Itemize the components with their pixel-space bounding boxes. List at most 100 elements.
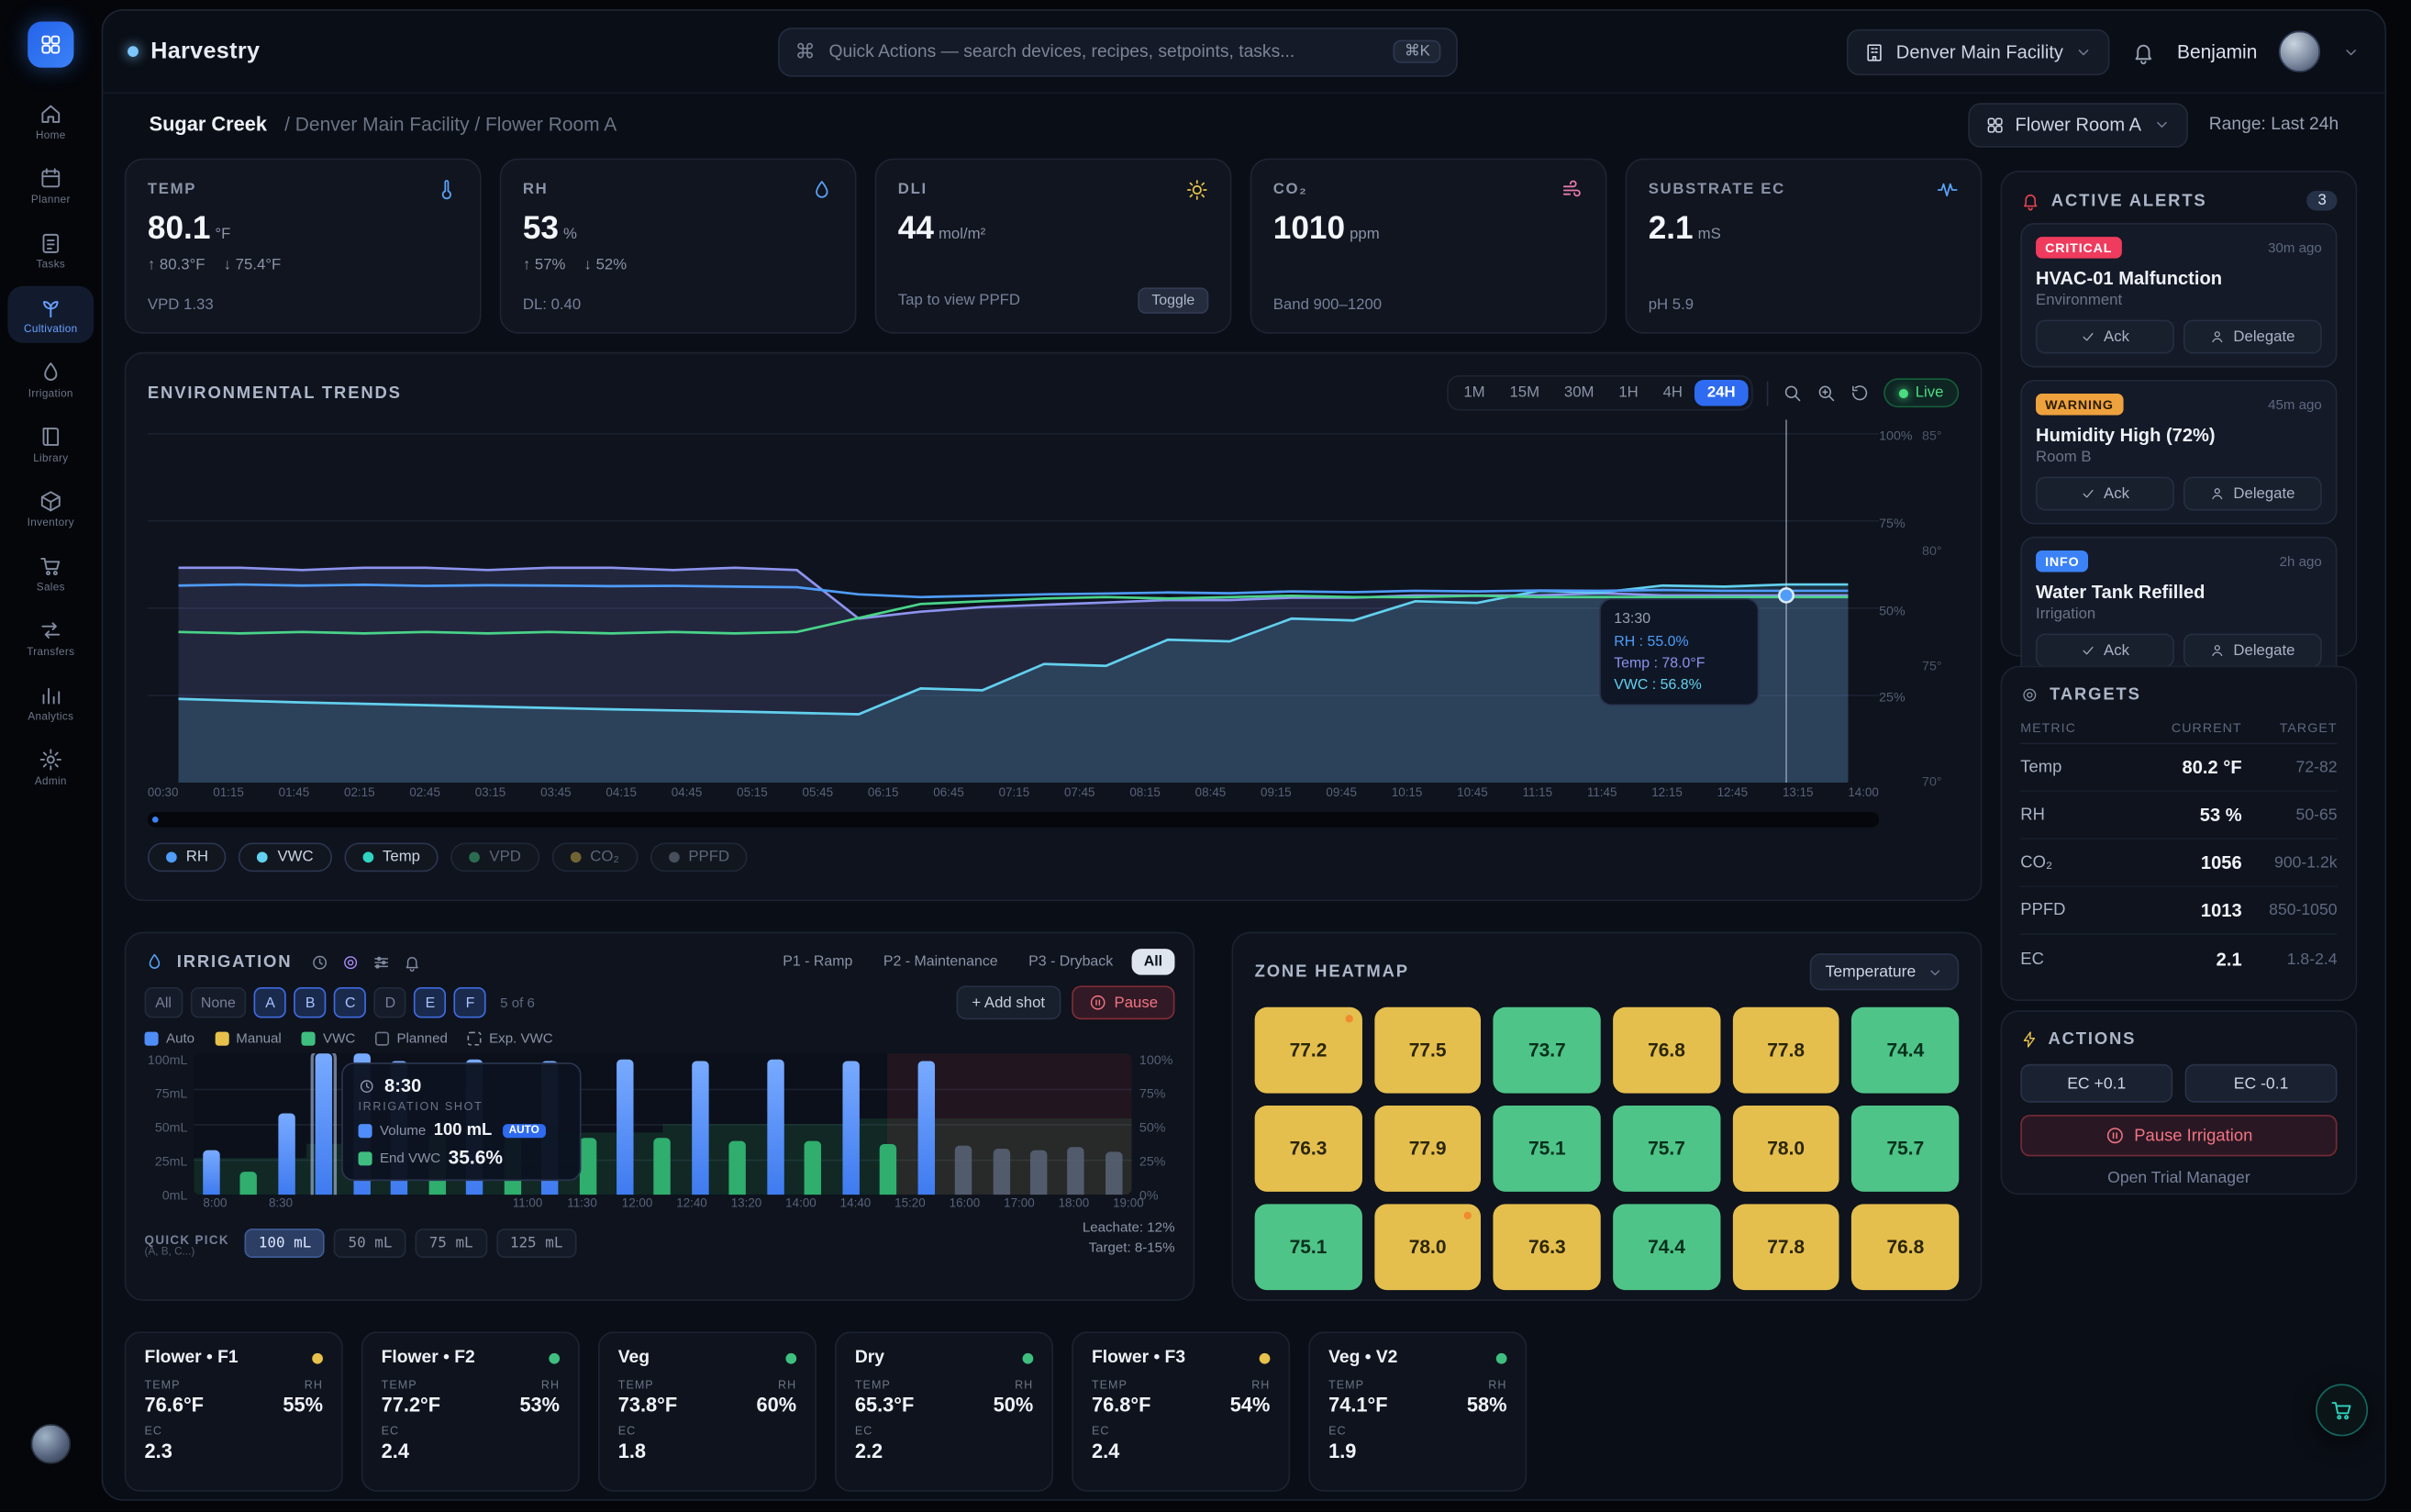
trend-scroll-strip[interactable]: [148, 812, 1879, 828]
kpi-card-dli[interactable]: DLI44mol/m²Tap to view PPFDToggle: [875, 159, 1232, 334]
irrigation-bar-vwc[interactable]: [729, 1141, 746, 1195]
facility-selector[interactable]: Denver Main Facility: [1847, 28, 2109, 74]
sidebar-item-library[interactable]: Library: [7, 416, 94, 472]
zoom-out-icon[interactable]: [1782, 383, 1802, 403]
quick-pick-75-ml[interactable]: 75 mL: [416, 1228, 487, 1258]
irrigation-bar-auto[interactable]: [278, 1113, 294, 1195]
sidebar-item-transfers[interactable]: Transfers: [7, 609, 94, 666]
heatmap-cell[interactable]: 76.3: [1255, 1106, 1362, 1192]
sidebar-avatar[interactable]: [31, 1424, 72, 1464]
range-chip-24h[interactable]: 24H: [1694, 380, 1748, 406]
group-chip-a[interactable]: A: [254, 987, 286, 1018]
kpi-card-co-[interactable]: CO₂1010ppmBand 900–1200: [1250, 159, 1607, 334]
target-icon[interactable]: [341, 952, 360, 971]
heatmap-cell[interactable]: 75.7: [1851, 1106, 1959, 1192]
irr-legend-vwc[interactable]: VWC: [302, 1030, 356, 1046]
pause-irrigation-button[interactable]: Pause Irrigation: [2020, 1115, 2337, 1156]
irrigation-bar-planned[interactable]: [1068, 1147, 1084, 1195]
sidebar-item-admin[interactable]: Admin: [7, 738, 94, 795]
legend-chip-temp[interactable]: Temp: [344, 842, 439, 872]
irrigation-pause-button[interactable]: Pause: [1072, 985, 1175, 1019]
range-chip-1m[interactable]: 1M: [1451, 380, 1497, 406]
heatmap-cell[interactable]: 77.5: [1374, 1007, 1482, 1094]
breadcrumb-site[interactable]: Sugar Creek: [150, 112, 267, 135]
group-chip-e[interactable]: E: [414, 987, 446, 1018]
notifications-button[interactable]: [2131, 39, 2156, 64]
range-chip-1h[interactable]: 1H: [1606, 380, 1650, 406]
open-trial-manager-link[interactable]: Open Trial Manager: [2020, 1169, 2337, 1187]
room-card-veg[interactable]: VegTEMP73.8°FRH60%EC1.8: [598, 1331, 817, 1491]
irrigation-chart[interactable]: 8:30 IRRIGATION SHOT Volume 100 mL AUTO …: [194, 1053, 1131, 1195]
range-chip-30m[interactable]: 30M: [1551, 380, 1605, 406]
room-card-flower-f2[interactable]: Flower • F2TEMP77.2°FRH53%EC2.4: [361, 1331, 580, 1491]
legend-chip-ppfd[interactable]: PPFD: [650, 842, 748, 872]
legend-chip-vpd[interactable]: VPD: [450, 842, 539, 872]
irrigation-bar-planned[interactable]: [955, 1145, 972, 1195]
bell-icon[interactable]: [403, 952, 421, 971]
ack-button[interactable]: Ack: [2036, 320, 2174, 354]
irrigation-bar-vwc[interactable]: [880, 1144, 896, 1195]
heatmap-cell[interactable]: 77.9: [1374, 1106, 1482, 1192]
sliders-icon[interactable]: [372, 952, 391, 971]
user-avatar[interactable]: [2279, 31, 2320, 72]
trend-chart[interactable]: 13:30 RH : 55.0%Temp : 78.0°FVWC : 56.8%: [148, 420, 1879, 784]
quick-pick-50-ml[interactable]: 50 mL: [334, 1228, 406, 1258]
irr-legend-exp-vwc[interactable]: Exp. VWC: [468, 1030, 553, 1046]
phase-chip-p2-maintenance[interactable]: P2 - Maintenance: [871, 949, 1010, 974]
ack-button[interactable]: Ack: [2036, 477, 2174, 511]
delegate-button[interactable]: Delegate: [2183, 320, 2322, 354]
sidebar-item-planner[interactable]: Planner: [7, 157, 94, 214]
irrigation-bar-planned[interactable]: [1030, 1151, 1047, 1195]
range-chip-4h[interactable]: 4H: [1650, 380, 1694, 406]
group-chip-c[interactable]: C: [334, 987, 366, 1018]
phase-chip-p1-ramp[interactable]: P1 - Ramp: [771, 949, 865, 974]
heatmap-cell[interactable]: 75.1: [1494, 1106, 1601, 1192]
room-card-veg-v2[interactable]: Veg • V2TEMP74.1°FRH58%EC1.9: [1308, 1331, 1527, 1491]
delegate-button[interactable]: Delegate: [2183, 634, 2322, 668]
sidebar-item-cultivation[interactable]: Cultivation: [7, 286, 94, 343]
irrigation-bar-auto[interactable]: [842, 1061, 859, 1195]
kpi-card-substrate-ec[interactable]: SUBSTRATE EC2.1mSpH 5.9: [1626, 159, 1983, 334]
quick-pick-100-ml[interactable]: 100 mL: [245, 1228, 326, 1258]
phase-chip-all[interactable]: All: [1131, 949, 1174, 974]
live-badge[interactable]: Live: [1883, 378, 1960, 407]
room-card-flower-f3[interactable]: Flower • F3TEMP76.8°FRH54%EC2.4: [1072, 1331, 1290, 1491]
group-chip-d[interactable]: D: [374, 987, 406, 1018]
group-chip-none[interactable]: None: [190, 987, 247, 1018]
kpi-card-temp[interactable]: TEMP80.1°F↑ 80.3°F↓ 75.4°FVPD 1.33: [125, 159, 482, 334]
ec-down-button[interactable]: EC -0.1: [2185, 1064, 2338, 1103]
delegate-button[interactable]: Delegate: [2183, 477, 2322, 511]
irrigation-bar-auto[interactable]: [917, 1061, 934, 1195]
quick-actions-search[interactable]: ⌘ Quick Actions — search devices, recipe…: [778, 27, 1458, 76]
heatmap-cell[interactable]: 78.0: [1732, 1106, 1839, 1192]
heatmap-cell[interactable]: 76.8: [1851, 1204, 1959, 1290]
kpi-card-rh[interactable]: RH53%↑ 57%↓ 52%DL: 0.40: [500, 159, 857, 334]
heatmap-cell[interactable]: 75.1: [1255, 1204, 1362, 1290]
irrigation-bar-planned[interactable]: [993, 1148, 1009, 1195]
irrigation-bar-vwc[interactable]: [240, 1173, 257, 1195]
legend-chip-vwc[interactable]: VWC: [239, 842, 332, 872]
irrigation-bar-auto[interactable]: [617, 1059, 633, 1195]
heatmap-cell[interactable]: 77.2: [1255, 1007, 1362, 1094]
heatmap-metric-selector[interactable]: Temperature: [1810, 953, 1959, 990]
reset-view-icon[interactable]: [1850, 383, 1870, 403]
heatmap-cell[interactable]: 78.0: [1374, 1204, 1482, 1290]
room-card-flower-f1[interactable]: Flower • F1TEMP76.6°FRH55%EC2.3: [125, 1331, 343, 1491]
quick-pick-125-ml[interactable]: 125 mL: [496, 1228, 577, 1258]
ec-up-button[interactable]: EC +0.1: [2020, 1064, 2172, 1103]
irrigation-bar-vwc[interactable]: [654, 1139, 671, 1195]
zoom-in-icon[interactable]: [1816, 383, 1836, 403]
heatmap-cell[interactable]: 76.3: [1494, 1204, 1601, 1290]
irrigation-bar-auto[interactable]: [203, 1150, 219, 1195]
irrigation-bar-vwc[interactable]: [579, 1139, 595, 1195]
heatmap-cell[interactable]: 77.8: [1732, 1007, 1839, 1094]
group-chip-b[interactable]: B: [294, 987, 327, 1018]
heatmap-cell[interactable]: 77.8: [1732, 1204, 1839, 1290]
breadcrumb-path[interactable]: / Denver Main Facility / Flower Room A: [284, 114, 617, 135]
group-chip-all[interactable]: All: [145, 987, 183, 1018]
irrigation-bar-auto[interactable]: [316, 1053, 332, 1195]
sidebar-item-irrigation[interactable]: Irrigation: [7, 350, 94, 407]
sidebar-item-sales[interactable]: Sales: [7, 544, 94, 601]
add-shot-button[interactable]: + Add shot: [957, 985, 1061, 1019]
legend-chip-rh[interactable]: RH: [148, 842, 227, 872]
